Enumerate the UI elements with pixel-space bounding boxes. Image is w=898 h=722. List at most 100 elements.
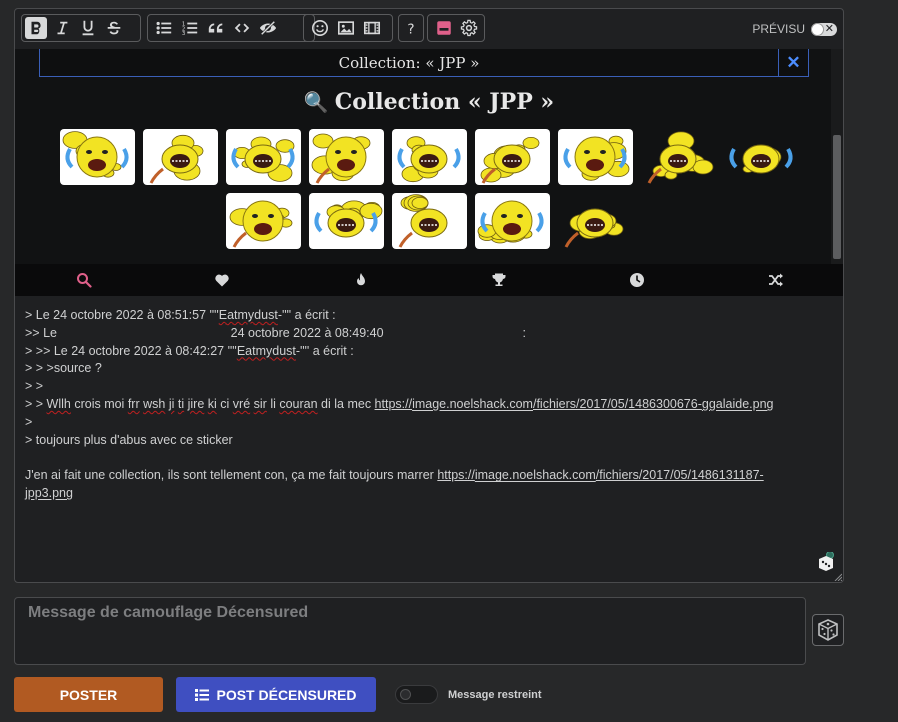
message-text-run: Eatmydust <box>218 308 278 322</box>
sticker-grid <box>15 129 843 257</box>
message-link[interactable]: https:// <box>375 397 413 411</box>
message-link[interactable]: jpp3.png <box>25 486 73 500</box>
message-text-run: >> Le 24 octobre 2022 à 08:49:40 : <box>25 325 526 340</box>
message-text-run: sir <box>253 396 267 411</box>
help-group: ? <box>398 14 424 42</box>
sticker-item[interactable] <box>308 193 384 249</box>
sticker-item[interactable] <box>558 193 633 249</box>
message-line <box>25 449 833 467</box>
message-text-run: > Le 24 octobre 2022 à 08:51:57 '"' <box>25 308 219 322</box>
message-text-run: ki <box>207 396 217 411</box>
post-decensured-button[interactable]: POST DÉCENSURED <box>176 677 376 712</box>
random-tab[interactable] <box>707 264 843 296</box>
message-text-run: ci <box>216 396 233 411</box>
preview-toggle[interactable]: ✕ <box>811 22 837 36</box>
message-link[interactable]: image.noelshack.com <box>412 397 533 411</box>
svg-text:?: ? <box>407 21 414 37</box>
message-text-run: -'"' a écrit : <box>277 308 336 322</box>
spoiler-icon[interactable] <box>255 16 281 40</box>
restricted-toggle[interactable] <box>395 685 438 704</box>
message-link[interactable]: https:// <box>437 468 475 482</box>
format-group <box>21 14 141 42</box>
message-link[interactable]: /fichiers/2017/05/1486131187- <box>596 468 764 482</box>
message-editor: 123 ? PRÉVISU ✕ Collection: « JPP » ✕ 🔍 … <box>14 8 844 583</box>
post-button[interactable]: POSTER <box>14 677 163 712</box>
svg-text:3: 3 <box>182 31 185 37</box>
favorites-tab[interactable] <box>153 264 291 296</box>
dice-icon[interactable] <box>817 552 835 572</box>
message-line: > >> Le 24 octobre 2022 à 08:42:27 '"'Ea… <box>25 343 833 361</box>
dice-icon <box>818 619 838 641</box>
message-text-run: di la mec <box>317 396 375 411</box>
italic-icon[interactable] <box>49 16 75 40</box>
code-icon[interactable] <box>229 16 255 40</box>
sticker-panel-scrollbar[interactable] <box>831 49 843 264</box>
message-link[interactable]: image.noelshack.com <box>475 468 596 482</box>
collection-title-text: Collection « JPP » <box>334 89 555 115</box>
sticker-icon[interactable] <box>431 16 456 40</box>
message-text-run: wsh <box>143 396 166 411</box>
message-line: > > Wllh crois moi frr wsh ji ti jire ki… <box>25 396 833 414</box>
sticker-item[interactable] <box>391 193 467 249</box>
bullet-list-icon[interactable] <box>151 16 177 40</box>
emoji-icon[interactable] <box>307 16 333 40</box>
extras-group <box>427 14 485 42</box>
clear-search-button[interactable]: ✕ <box>778 49 808 76</box>
message-text-run: > > >source ? <box>25 361 102 376</box>
message-textarea[interactable]: > Le 24 octobre 2022 à 08:51:57 '"'Eatmy… <box>25 307 833 503</box>
sticker-item[interactable] <box>225 193 301 249</box>
random-camouflage-button[interactable] <box>812 614 844 646</box>
sticker-item[interactable] <box>142 129 218 185</box>
numbered-list-icon[interactable]: 123 <box>177 16 203 40</box>
message-text-run: jire <box>187 396 205 411</box>
message-line: > Le 24 octobre 2022 à 08:51:57 '"'Eatmy… <box>25 307 833 325</box>
video-icon[interactable] <box>359 16 385 40</box>
underline-icon[interactable] <box>75 16 101 40</box>
sticker-item[interactable] <box>225 129 301 185</box>
sticker-item[interactable] <box>308 129 384 185</box>
preview-label: PRÉVISU <box>752 22 805 36</box>
image-icon[interactable] <box>333 16 359 40</box>
message-text-run: > > <box>25 379 44 394</box>
top-tab[interactable] <box>430 264 568 296</box>
scrollbar-thumb[interactable] <box>833 135 841 259</box>
sticker-item[interactable] <box>59 129 135 185</box>
sticker-item[interactable] <box>391 129 467 185</box>
message-link[interactable]: /fichiers/2017/05/1486300676- <box>533 397 702 411</box>
message-text-run: > >> Le 24 octobre 2022 à 08:42:27 '"' <box>25 343 237 358</box>
message-text-run: li <box>266 396 280 411</box>
settings-icon[interactable] <box>456 16 481 40</box>
camouflage-input[interactable] <box>15 598 805 628</box>
help-icon[interactable]: ? <box>400 16 422 40</box>
sticker-panel: Collection: « JPP » ✕ 🔍 Collection « JPP … <box>15 49 843 264</box>
sticker-item[interactable] <box>474 193 550 249</box>
magnifier-icon: 🔍 <box>303 90 329 114</box>
collection-title: 🔍 Collection « JPP » <box>15 89 843 115</box>
quote-icon[interactable] <box>203 16 229 40</box>
bold-icon[interactable] <box>25 17 47 39</box>
message-link[interactable]: ggalaide.png <box>702 397 774 411</box>
preview-toggle-wrap: PRÉVISU ✕ <box>752 22 837 36</box>
restricted-toggle-wrap: Message restreint <box>395 685 542 704</box>
sticker-item[interactable] <box>474 129 550 185</box>
post-decensured-label: POST DÉCENSURED <box>216 686 357 703</box>
sticker-search-input[interactable]: Collection: « JPP » <box>40 49 778 76</box>
camouflage-field-wrap <box>14 597 806 665</box>
structure-group: 123 <box>147 14 315 42</box>
recent-tab[interactable] <box>568 264 706 296</box>
sticker-item[interactable] <box>724 129 799 185</box>
resize-grip[interactable] <box>834 573 842 581</box>
list-icon <box>195 688 210 701</box>
sticker-item[interactable] <box>641 129 716 185</box>
message-line: > > >source ? <box>25 360 833 378</box>
sticker-item[interactable] <box>557 129 633 185</box>
trending-tab[interactable] <box>292 264 430 296</box>
search-tab[interactable] <box>15 264 153 296</box>
message-text-run: > toujours plus d'abus avec ce sticker <box>25 432 233 447</box>
strikethrough-icon[interactable] <box>101 16 127 40</box>
media-group <box>303 14 393 42</box>
message-text-run: couran <box>279 396 318 411</box>
message-text-run: > <box>25 414 33 429</box>
message-text-run: frr <box>127 396 140 411</box>
sticker-search-bar: Collection: « JPP » ✕ <box>39 49 809 77</box>
